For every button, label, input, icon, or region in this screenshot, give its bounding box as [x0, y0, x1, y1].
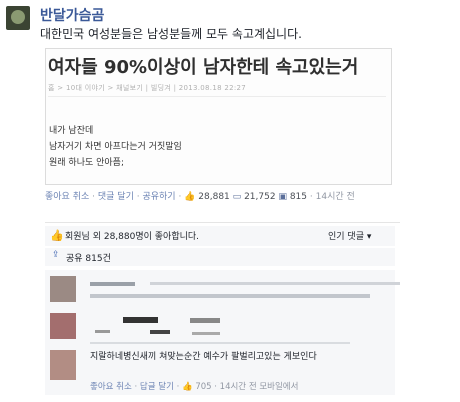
card-meta: 홈 > 10대 이야기 > 채널보기 | 빌딩겨 | 2013.08.18 22…: [48, 84, 247, 92]
share-link[interactable]: 공유하기: [142, 192, 175, 202]
author-avatar[interactable]: [6, 6, 30, 30]
post-time[interactable]: 14시간 전: [316, 192, 355, 202]
comment-text: 지랄하네병신새끼 쳐맞는순간 예수가 팔벌리고있는 게보인다: [90, 352, 317, 362]
thumbs-up-icon: 👍: [182, 382, 193, 392]
redacted-text: [150, 282, 400, 285]
divider: [45, 222, 400, 223]
redacted-text: [123, 317, 158, 323]
like-summary-icon: 👍: [50, 229, 64, 242]
shares-summary-text[interactable]: 공유 815건: [66, 251, 111, 264]
card-body-line: 내가 남잔데: [49, 126, 94, 136]
redacted-text: [90, 294, 370, 298]
likes-summary-text[interactable]: 회원님 외 28,880명이 좋아합니다.: [65, 229, 199, 242]
comments-count[interactable]: 21,752: [244, 192, 276, 202]
post-author[interactable]: 반달가슴곰: [40, 5, 104, 25]
post-actions: 좋아요 취소 · 댓글 달기 · 공유하기 · 👍 28,881 ▭ 21,75…: [45, 191, 445, 203]
comment-sort-dropdown[interactable]: 인기 댓글 ▾: [328, 229, 371, 242]
share-icon: ▣: [278, 192, 287, 202]
comment-unlike-link[interactable]: 좋아요 취소: [90, 382, 132, 392]
shares-count[interactable]: 815: [290, 192, 307, 202]
redacted-text: [95, 330, 110, 333]
comment-divider: [90, 342, 350, 344]
commenter-avatar[interactable]: [50, 276, 76, 302]
likes-count[interactable]: 28,881: [198, 192, 230, 202]
card-headline: 여자들 90%이상이 남자한테 속고있는거: [48, 57, 359, 78]
thumbs-up-icon: 👍: [184, 192, 196, 202]
redacted-text: [90, 282, 135, 286]
comment-actions: 좋아요 취소 · 답글 달기 · 👍 705 · 14시간 전 모바일에서: [90, 380, 298, 392]
post-text: 대한민국 여성분들은 남성분들께 모두 속고계십니다.: [40, 27, 302, 41]
card-body-line: 원래 하나도 안아픔;: [49, 158, 124, 168]
comment-reply-link[interactable]: 답글 달기: [140, 382, 174, 392]
comment-icon: ▭: [232, 192, 242, 202]
share-summary-icon: ⇪: [52, 250, 60, 260]
comment-time[interactable]: 14시간 전 모바일에서: [220, 382, 299, 392]
redacted-text: [192, 332, 220, 335]
comment-likes-count[interactable]: 705: [195, 382, 211, 392]
commenter-avatar[interactable]: [50, 313, 76, 339]
redacted-text: [190, 318, 220, 323]
comment-link[interactable]: 댓글 달기: [98, 192, 134, 202]
card-divider: [48, 96, 386, 97]
unlike-link[interactable]: 좋아요 취소: [45, 192, 89, 202]
card-body-line: 남자거기 차면 아프다는거 거짓말임: [49, 142, 182, 152]
redacted-text: [150, 330, 170, 334]
commenter-avatar[interactable]: [50, 350, 76, 380]
